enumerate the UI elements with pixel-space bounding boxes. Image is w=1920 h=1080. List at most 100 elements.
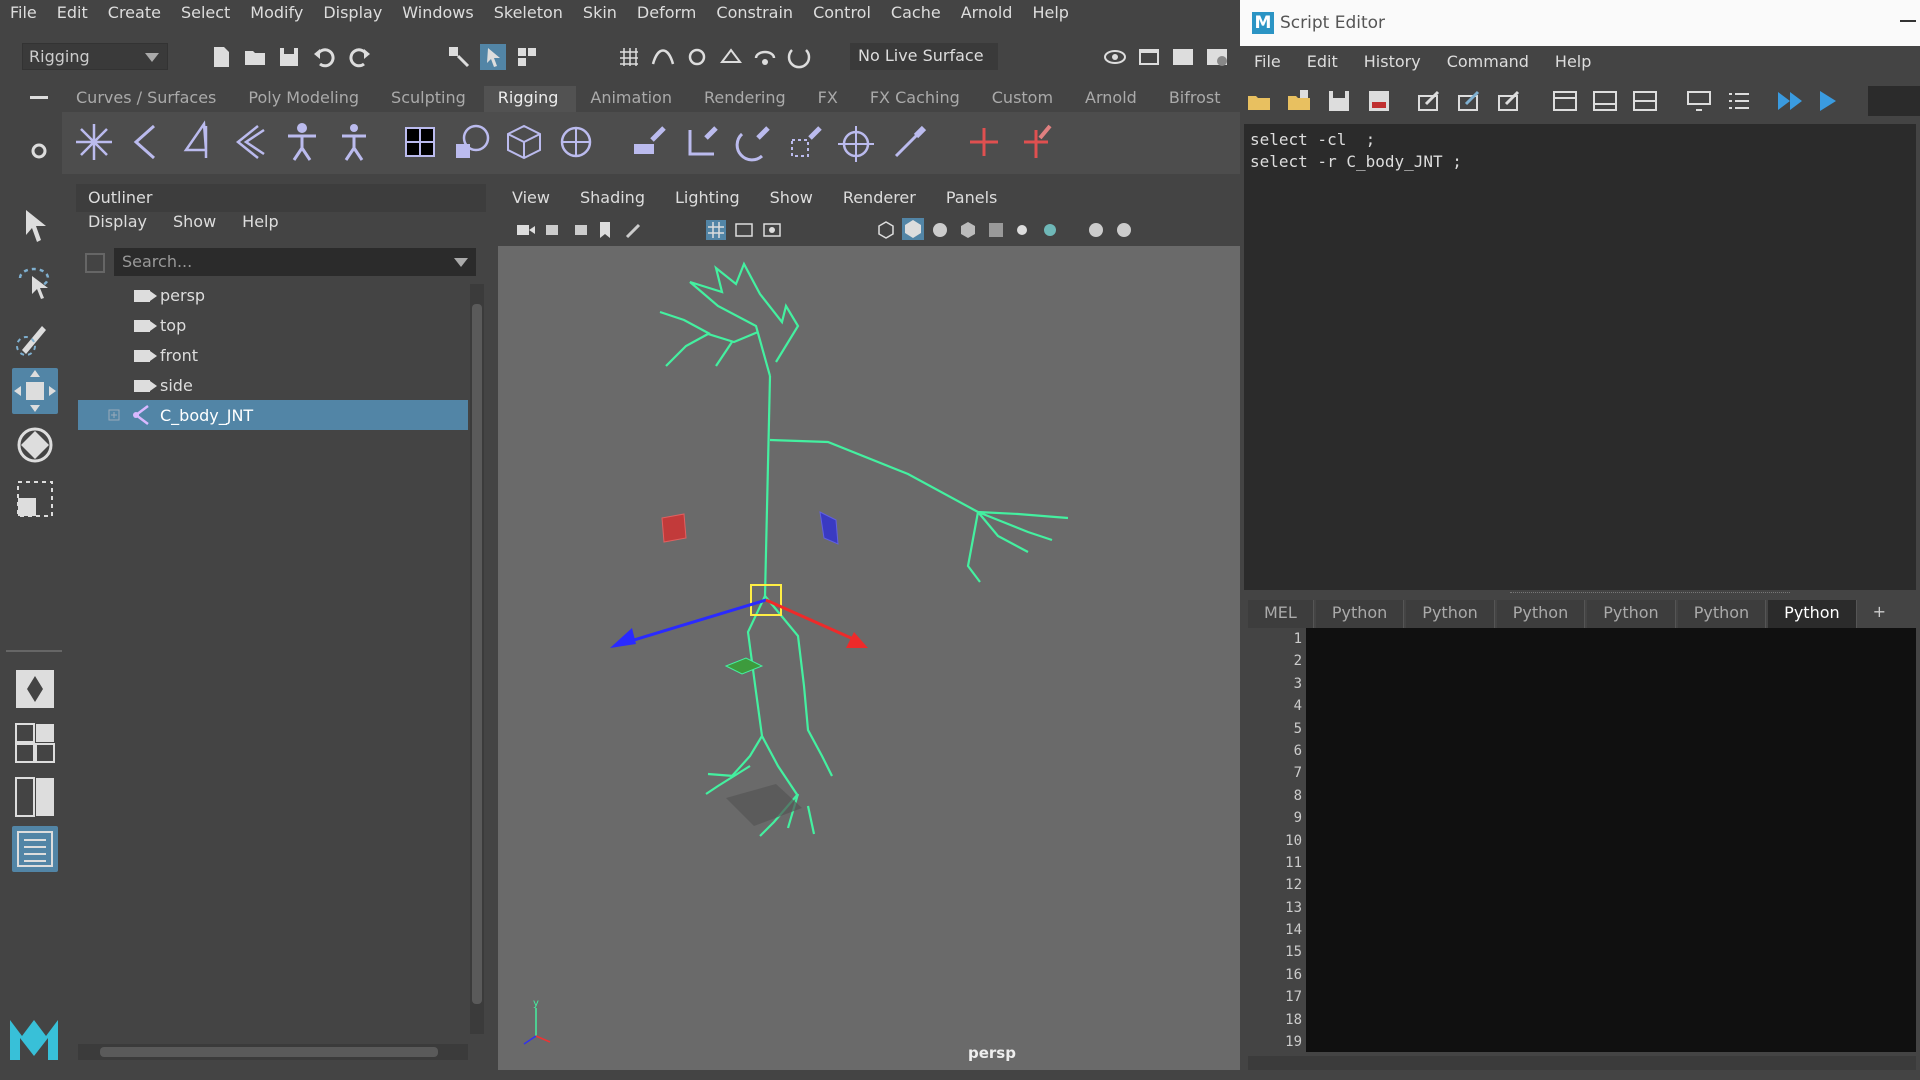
new-scene-icon[interactable] [208, 44, 234, 70]
search-field[interactable] [1868, 86, 1920, 116]
minimize-icon[interactable] [1900, 20, 1916, 22]
rotate-tool-icon[interactable] [12, 422, 58, 468]
tab-python-5[interactable]: Python [1677, 600, 1767, 628]
gear-icon[interactable] [30, 142, 48, 160]
se-menu-edit[interactable]: Edit [1293, 52, 1350, 78]
undo-icon[interactable] [312, 44, 338, 70]
outliner-search-input[interactable]: Search... [114, 248, 476, 276]
skeleton-joints[interactable] [659, 261, 1069, 837]
snap-point-icon[interactable] [684, 44, 710, 70]
menu-select[interactable]: Select [171, 3, 240, 22]
parent-constraint-icon[interactable] [628, 120, 672, 164]
camera-attributes-icon[interactable] [544, 220, 564, 240]
create-joint-icon[interactable] [72, 120, 116, 164]
menu-create[interactable]: Create [98, 3, 171, 22]
shelf-menu-icon[interactable] [30, 94, 48, 108]
se-menu-file[interactable]: File [1240, 52, 1293, 78]
shelf-tab-custom[interactable]: Custom [978, 86, 1071, 112]
tab-python-1[interactable]: Python [1315, 600, 1405, 628]
outliner-item-top[interactable]: top [78, 310, 468, 340]
viewport-menu-panels[interactable]: Panels [930, 188, 1012, 214]
open-script-icon[interactable] [1246, 88, 1272, 114]
yz-plane-handle[interactable] [661, 513, 687, 543]
menu-modify[interactable]: Modify [240, 3, 313, 22]
point-constraint-icon[interactable] [680, 120, 724, 164]
select-component-icon[interactable] [514, 44, 540, 70]
anti-aliasing-icon[interactable] [1086, 220, 1106, 240]
lattice-icon[interactable] [502, 120, 546, 164]
shelf-tab-animation[interactable]: Animation [576, 86, 690, 112]
filter-icon[interactable] [84, 252, 106, 274]
menu-help[interactable]: Help [1022, 3, 1078, 22]
ik-handle-icon[interactable] [962, 120, 1006, 164]
outliner-item-persp[interactable]: persp [78, 280, 468, 310]
menu-edit[interactable]: Edit [47, 3, 98, 22]
tab-python-4[interactable]: Python [1587, 600, 1676, 628]
four-pane-layout-icon[interactable] [12, 720, 58, 766]
viewport-menu-show[interactable]: Show [754, 188, 827, 214]
select-tool-icon[interactable] [12, 204, 58, 250]
open-scene-icon[interactable] [242, 44, 268, 70]
menu-constrain[interactable]: Constrain [706, 3, 803, 22]
humanik-icon[interactable] [280, 120, 324, 164]
menu-skeleton[interactable]: Skeleton [484, 3, 573, 22]
chevron-down-icon[interactable] [454, 258, 468, 267]
show-input-icon[interactable] [1592, 88, 1618, 114]
single-pane-layout-icon[interactable] [12, 666, 58, 712]
line-list-icon[interactable] [1726, 88, 1752, 114]
textured-icon[interactable] [930, 220, 950, 240]
tab-python-2[interactable]: Python [1406, 600, 1495, 628]
viewport-3d[interactable]: y persp [498, 246, 1240, 1070]
menu-skin[interactable]: Skin [573, 3, 627, 22]
outliner-menu-display[interactable]: Display [76, 212, 161, 238]
menu-windows[interactable]: Windows [392, 3, 483, 22]
live-surface-field[interactable]: No Live Surface [850, 43, 998, 70]
resolution-gate-icon[interactable] [762, 220, 782, 240]
script-history-pane[interactable]: select -cl ; select -r C_body_JNT ; [1244, 124, 1916, 590]
shelf-tab-bifrost[interactable]: Bifrost [1155, 86, 1239, 112]
shelf-tab-poly-modeling[interactable]: Poly Modeling [234, 86, 377, 112]
x-axis-arrow[interactable] [846, 632, 868, 648]
shelf-tab-sculpting[interactable]: Sculpting [377, 86, 484, 112]
shelf-tab-arnold[interactable]: Arnold [1071, 86, 1155, 112]
viewport-menu-shading[interactable]: Shading [564, 188, 659, 214]
source-script-icon[interactable] [1286, 88, 1312, 114]
outliner-menu-show[interactable]: Show [161, 212, 230, 238]
viewport-menu-lighting[interactable]: Lighting [659, 188, 754, 214]
ambient-occlusion-icon[interactable] [1040, 220, 1060, 240]
move-tool-icon[interactable] [12, 368, 58, 414]
shelf-tab-fx-caching[interactable]: FX Caching [856, 86, 978, 112]
paint-weights-icon[interactable] [450, 120, 494, 164]
scale-constraint-icon[interactable] [784, 120, 828, 164]
move-manipulator-z-axis[interactable] [613, 598, 767, 648]
redo-icon[interactable] [346, 44, 372, 70]
outliner-item-c-body-jnt[interactable]: C_body_JNT [78, 400, 468, 430]
menu-set-dropdown[interactable]: Rigging [22, 43, 168, 70]
se-menu-command[interactable]: Command [1433, 52, 1541, 78]
make-live-icon[interactable] [752, 44, 778, 70]
menu-arnold[interactable]: Arnold [951, 3, 1023, 22]
echo-all-icon[interactable] [1416, 88, 1442, 114]
bookmark-icon[interactable] [572, 220, 592, 240]
render-frame-icon[interactable] [1136, 44, 1162, 70]
orient-constraint-icon[interactable] [732, 120, 776, 164]
menu-display[interactable]: Display [313, 3, 392, 22]
snap-grid-icon[interactable] [616, 44, 642, 70]
lasso-tool-icon[interactable] [12, 260, 58, 306]
bind-skin-icon[interactable] [398, 120, 442, 164]
insert-joint-icon[interactable] [124, 120, 168, 164]
shelf-tab-fx[interactable]: FX [804, 86, 856, 112]
clear-history-icon[interactable] [1686, 88, 1712, 114]
light-bulb-icon[interactable] [1012, 220, 1032, 240]
film-gate-icon[interactable] [734, 220, 754, 240]
select-hierarchy-icon[interactable] [446, 44, 472, 70]
save-scene-icon[interactable] [276, 44, 302, 70]
quick-rig-icon[interactable] [332, 120, 376, 164]
scale-tool-icon[interactable] [12, 476, 58, 522]
snap-curve-icon[interactable] [650, 44, 676, 70]
move-manipulator-x-axis[interactable] [765, 598, 861, 644]
shadows-icon[interactable] [986, 220, 1006, 240]
save-to-shelf-icon[interactable] [1366, 88, 1392, 114]
script-editor-horizontal-scrollbar[interactable] [1248, 1056, 1916, 1070]
tab-python-6[interactable]: Python [1768, 600, 1857, 628]
